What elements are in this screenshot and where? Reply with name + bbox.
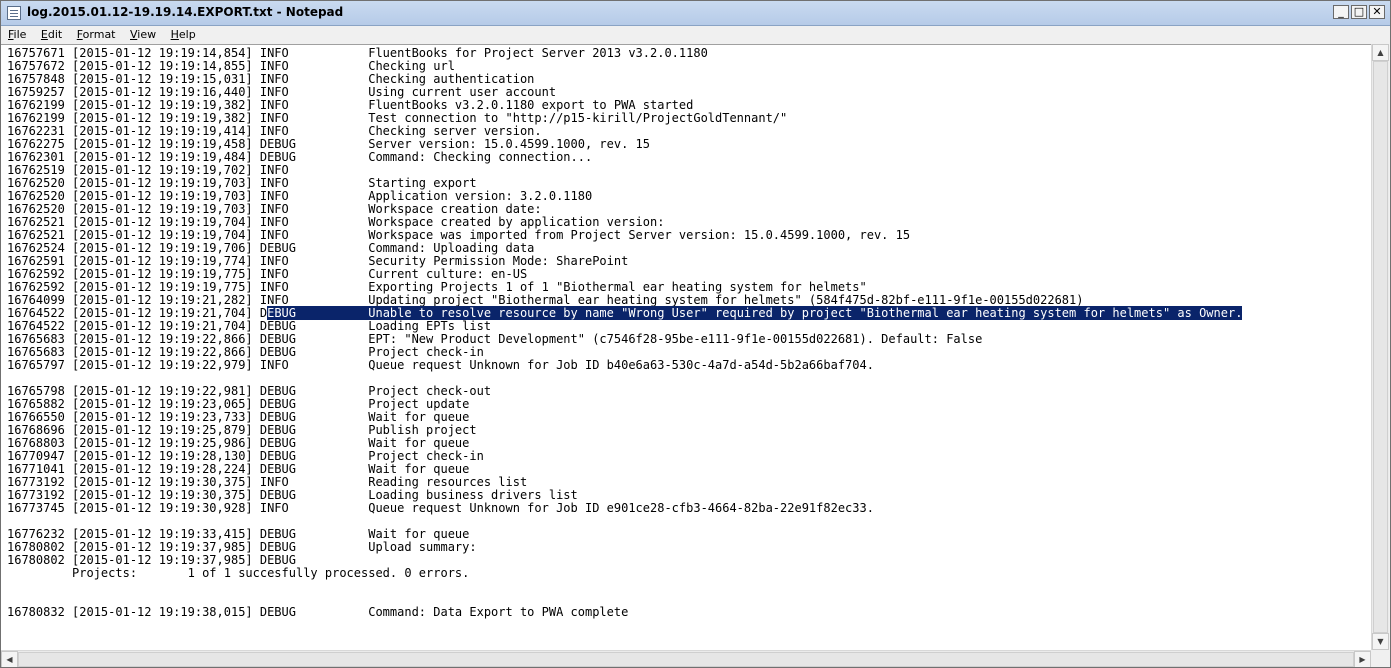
menu-format[interactable]: Format [73,26,120,43]
horizontal-scroll-thumb[interactable] [18,652,1354,667]
menu-file[interactable]: File [4,26,30,43]
window-title: log.2015.01.12-19.19.14.EXPORT.txt - Not… [27,5,344,19]
log-text[interactable]: 16757671 [2015-01-12 19:19:14,854] INFO … [1,45,1371,619]
menu-edit[interactable]: Edit [37,26,66,43]
selected-text: EBUG Unable to resolve resource by name … [267,306,1243,320]
vertical-scrollbar[interactable]: ▲ ▼ [1371,44,1389,650]
close-button[interactable]: ✕ [1369,5,1385,19]
title-bar[interactable]: log.2015.01.12-19.19.14.EXPORT.txt - Not… [1,1,1390,26]
horizontal-scrollbar[interactable]: ◀ ▶ [1,650,1371,667]
arrow-down-icon[interactable]: ▼ [1372,633,1389,650]
menu-help[interactable]: Help [167,26,200,43]
arrow-right-icon[interactable]: ▶ [1354,651,1371,667]
arrow-left-icon[interactable]: ◀ [1,651,18,667]
menu-bar: File Edit Format View Help [1,26,1390,43]
vertical-scroll-thumb[interactable] [1373,61,1388,633]
notepad-icon[interactable] [7,6,21,20]
arrow-up-icon[interactable]: ▲ [1372,44,1389,61]
minimize-button[interactable]: _ [1333,5,1349,19]
window-controls: _ □ ✕ [1333,5,1385,19]
log-text-before-selection: 16757671 [2015-01-12 19:19:14,854] INFO … [7,46,1084,320]
maximize-button[interactable]: □ [1351,5,1367,19]
notepad-window: log.2015.01.12-19.19.14.EXPORT.txt - Not… [0,0,1391,668]
text-editor[interactable]: 16757671 [2015-01-12 19:19:14,854] INFO … [1,44,1371,651]
size-grip[interactable] [1371,650,1388,667]
log-text-after-selection: 16764522 [2015-01-12 19:19:21,704] DEBUG… [7,319,983,619]
menu-view[interactable]: View [126,26,160,43]
